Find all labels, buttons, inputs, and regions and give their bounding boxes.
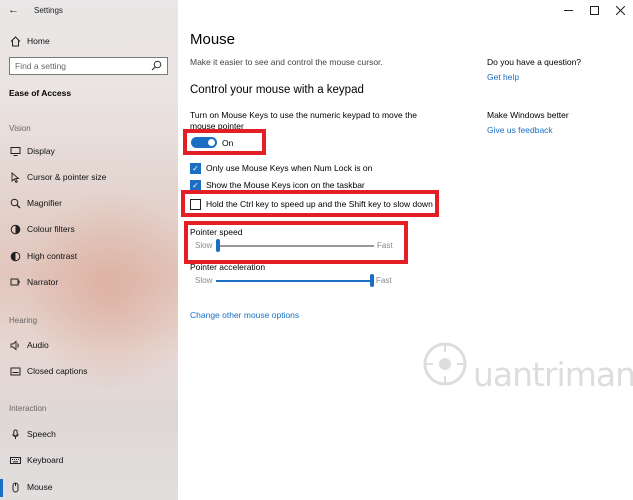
sidebar-item-mouse[interactable]: Mouse [0, 476, 178, 498]
keyboard-icon [9, 454, 21, 466]
give-feedback-link[interactable]: Give us feedback [487, 125, 553, 135]
sidebar-item-magnifier[interactable]: Magnifier [0, 192, 178, 214]
checkbox-label: Only use Mouse Keys when Num Lock is on [206, 163, 373, 173]
group-title-hearing: Hearing [9, 316, 38, 325]
pointer-acceleration-slider[interactable]: Slow Fast [190, 274, 395, 288]
page-subtitle: Make it easier to see and control the mo… [190, 57, 383, 67]
sidebar-item-audio[interactable]: Audio [0, 334, 178, 356]
window-title: Settings [34, 6, 63, 15]
microphone-icon [9, 428, 21, 440]
mouse-icon [9, 481, 21, 493]
sidebar-item-label: High contrast [27, 251, 78, 261]
sidebar-item-speech[interactable]: Speech [0, 423, 178, 445]
section-heading: Control your mouse with a keypad [190, 84, 364, 96]
captions-icon [9, 365, 21, 377]
search-icon[interactable] [151, 60, 163, 72]
sidebar-item-label: Closed captions [27, 366, 88, 376]
colour-filter-icon [9, 223, 21, 235]
monitor-icon [9, 145, 21, 157]
checkbox-label: Show the Mouse Keys icon on the taskbar [206, 180, 365, 190]
main-content: Mouse Make it easier to see and control … [178, 0, 633, 500]
sidebar-item-keyboard[interactable]: Keyboard [0, 449, 178, 471]
home-icon [9, 35, 21, 47]
sidebar-item-closed-captions[interactable]: Closed captions [0, 360, 178, 382]
watermark: uantrimang [421, 340, 633, 400]
sidebar-item-cursor-pointer-size[interactable]: Cursor & pointer size [0, 166, 178, 188]
checkbox-checked-icon[interactable]: ✓ [190, 179, 201, 191]
maximize-button[interactable] [581, 0, 607, 20]
slider-min-label: Slow [195, 276, 213, 285]
sidebar-item-label: Magnifier [27, 198, 62, 208]
highlight-box-pointer-speed [184, 221, 408, 264]
back-arrow-icon[interactable]: ← [8, 4, 19, 16]
help-question-heading: Do you have a question? [487, 57, 582, 67]
section-title: Ease of Access [9, 88, 72, 98]
sidebar-item-label: Mouse [27, 482, 53, 492]
highlight-box-toggle [183, 129, 266, 155]
sidebar-item-label: Narrator [27, 277, 59, 287]
magnifier-icon [9, 197, 21, 209]
sidebar-item-colour-filters[interactable]: Colour filters [0, 218, 178, 240]
checkbox-num-lock[interactable]: ✓ Only use Mouse Keys when Num Lock is o… [190, 161, 372, 175]
sidebar-item-home[interactable]: Home [0, 30, 178, 52]
sidebar-item-label: Cursor & pointer size [27, 172, 107, 182]
checkbox-checked-icon[interactable]: ✓ [190, 162, 201, 174]
sidebar-item-label: Keyboard [27, 455, 64, 465]
window-controls [555, 0, 633, 20]
watermark-logo-icon [423, 342, 467, 386]
sidebar-item-display[interactable]: Display [0, 140, 178, 162]
search-box[interactable] [9, 57, 168, 75]
slider-thumb[interactable] [370, 274, 374, 287]
high-contrast-icon [9, 250, 21, 262]
speaker-icon [9, 339, 21, 351]
sidebar-item-label: Audio [27, 340, 49, 350]
sidebar: ← Settings Home Ease of Access Vision Di… [0, 0, 178, 500]
feedback-heading: Make Windows better [487, 110, 569, 120]
cursor-icon [9, 171, 21, 183]
sidebar-item-label: Home [27, 36, 50, 46]
sidebar-item-label: Display [27, 146, 55, 156]
group-title-interaction: Interaction [9, 404, 47, 413]
slider-max-label: Fast [376, 276, 392, 285]
narrator-icon [9, 276, 21, 288]
sidebar-item-high-contrast[interactable]: High contrast [0, 245, 178, 267]
search-input[interactable] [10, 58, 145, 74]
change-mouse-options-link[interactable]: Change other mouse options [190, 310, 299, 320]
group-title-vision: Vision [9, 124, 31, 133]
watermark-text: uantrimang [473, 355, 633, 394]
sidebar-item-label: Colour filters [27, 224, 75, 234]
highlight-box-checkbox [181, 190, 439, 217]
close-button[interactable] [607, 0, 633, 20]
get-help-link[interactable]: Get help [487, 72, 519, 82]
sidebar-item-narrator[interactable]: Narrator [0, 271, 178, 293]
slider-fill [216, 280, 372, 282]
minimize-button[interactable] [555, 0, 581, 20]
sidebar-item-label: Speech [27, 429, 56, 439]
title-bar: ← Settings [0, 0, 178, 20]
page-title: Mouse [190, 31, 236, 48]
